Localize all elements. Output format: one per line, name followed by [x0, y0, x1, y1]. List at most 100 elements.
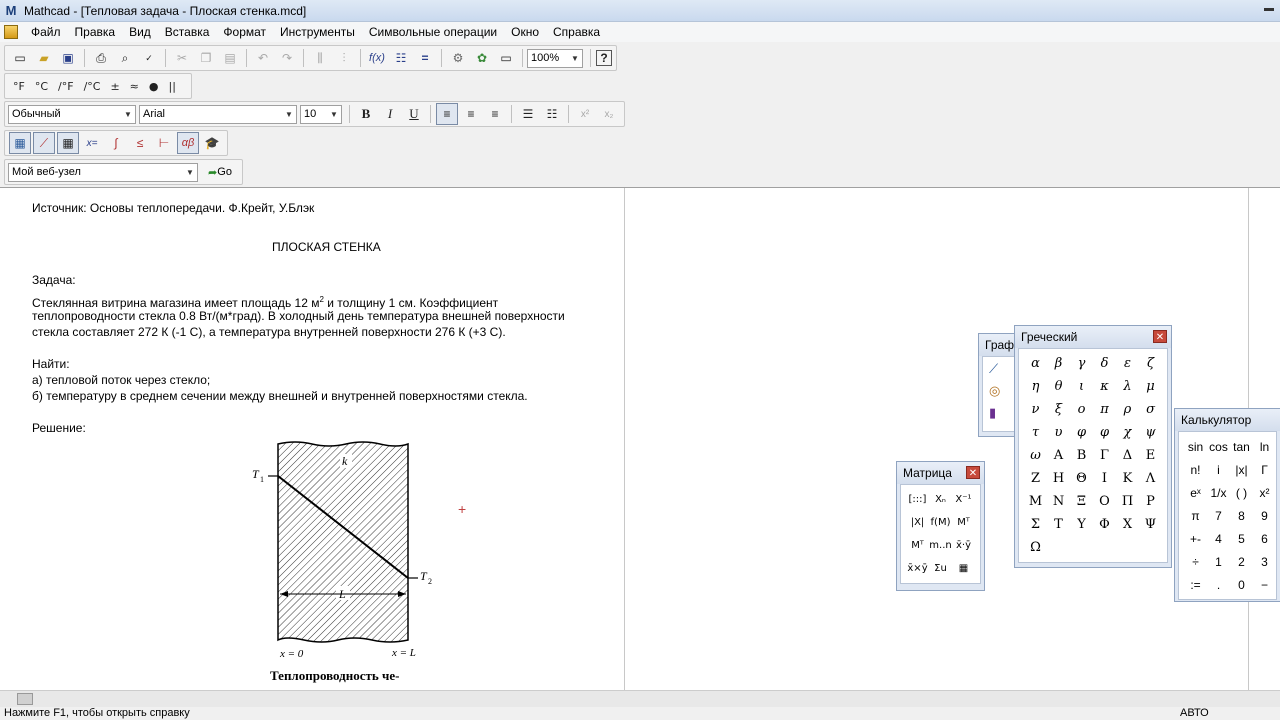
insert-function-icon[interactable]: f(x) [366, 47, 388, 69]
style-select[interactable]: Обычный ▼ [8, 104, 136, 124]
paste-icon[interactable]: ▤ [219, 47, 241, 69]
calculator-button-10[interactable]: ( ) [1230, 481, 1253, 504]
spell-check-icon[interactable]: ✓ [138, 47, 160, 69]
calculator-button-16[interactable]: +- [1184, 527, 1207, 550]
calculator-button-3[interactable]: ln [1253, 435, 1276, 458]
redo-icon[interactable]: ↷ [276, 47, 298, 69]
calculator-button-12[interactable]: π [1184, 504, 1207, 527]
greek-symbol-button-25[interactable]: Α [1047, 444, 1070, 467]
greek-palette[interactable]: Греческий ✕ αβγδεζ ηθικλμ νξοπρσ τυφφχψ ωΑΒΓ… [1014, 325, 1172, 568]
italic-button[interactable]: I [379, 103, 401, 125]
matrix-palette[interactable]: Матрица ✕ [:::] Xₙ X⁻¹ |X| f(M) Mᵀ Mᵀ m..n x̄·ȳ x… [896, 461, 985, 591]
calculator-button-5[interactable]: i [1207, 458, 1230, 481]
menu-view[interactable]: Вид [122, 25, 158, 39]
greek-symbol-button-21[interactable]: φ [1093, 421, 1116, 444]
scrollbar-thumb[interactable] [17, 693, 33, 705]
greek-symbol-button-24[interactable]: ω [1024, 444, 1047, 467]
calculator-palette-title[interactable]: Калькулятор [1175, 409, 1280, 431]
calculator-button-25[interactable]: . [1207, 573, 1230, 596]
save-icon[interactable]: ▣ [57, 47, 79, 69]
align-left-icon[interactable]: ≡ [436, 103, 458, 125]
calculator-button-15[interactable]: 9 [1253, 504, 1276, 527]
menu-format[interactable]: Формат [216, 25, 273, 39]
greek-symbol-button-0[interactable]: α [1024, 352, 1047, 375]
zoom-select[interactable]: 100% ▼ [527, 48, 583, 68]
greek-symbol-button-18[interactable]: τ [1024, 421, 1047, 444]
greek-symbol-button-42[interactable]: Σ [1024, 513, 1047, 536]
calculator-button-19[interactable]: 6 [1253, 527, 1276, 550]
calculator-button-22[interactable]: 2 [1230, 550, 1253, 573]
matrix-operator-button-11[interactable]: ▦ [952, 557, 975, 580]
greek-symbol-button-29[interactable]: Ε [1139, 444, 1162, 467]
calculator-button-26[interactable]: 0 [1230, 573, 1253, 596]
greek-symbol-button-47[interactable]: Ψ [1139, 513, 1162, 536]
greek-symbol-button-8[interactable]: ι [1070, 375, 1093, 398]
calculator-button-0[interactable]: sin [1184, 435, 1207, 458]
approx-button[interactable]: ≈ [125, 80, 144, 93]
greek-symbol-button-19[interactable]: υ [1047, 421, 1070, 444]
greek-symbol-button-28[interactable]: Δ [1116, 444, 1139, 467]
greek-symbol-button-10[interactable]: λ [1116, 375, 1139, 398]
calculator-button-23[interactable]: 3 [1253, 550, 1276, 573]
greek-symbol-button-26[interactable]: Β [1070, 444, 1093, 467]
greek-symbol-button-1[interactable]: β [1047, 352, 1070, 375]
document-icon[interactable] [4, 25, 18, 39]
align-right-icon[interactable]: ≡ [484, 103, 506, 125]
bullet-button[interactable]: ● [144, 80, 164, 93]
greek-symbol-button-22[interactable]: χ [1116, 421, 1139, 444]
calculator-button-6[interactable]: |x| [1230, 458, 1253, 481]
task-line-2[interactable]: теплопроводности стекла 0.8 Вт/(м*град).… [32, 308, 565, 324]
greek-symbol-button-16[interactable]: ρ [1116, 398, 1139, 421]
greek-symbol-button-6[interactable]: η [1024, 375, 1047, 398]
numbered-list-icon[interactable]: ☷ [541, 103, 563, 125]
greek-palette-title[interactable]: Греческий [1015, 326, 1171, 348]
greek-symbol-button-31[interactable]: Η [1047, 467, 1070, 490]
calculator-button-9[interactable]: 1/x [1207, 481, 1230, 504]
greek-symbol-button-2[interactable]: γ [1070, 352, 1093, 375]
greek-toolbar-icon[interactable]: αβ [177, 132, 199, 154]
font-select[interactable]: Arial ▼ [139, 104, 297, 124]
greek-symbol-button-20[interactable]: φ [1070, 421, 1093, 444]
align-center-icon[interactable]: ≡ [460, 103, 482, 125]
resource-center-icon[interactable]: ✿ [471, 47, 493, 69]
greek-symbol-button-17[interactable]: σ [1139, 398, 1162, 421]
programming-toolbar-icon[interactable]: ⊢ [153, 132, 175, 154]
greek-symbol-button-7[interactable]: θ [1047, 375, 1070, 398]
calculator-button-11[interactable]: x² [1253, 481, 1276, 504]
greek-symbol-button-40[interactable]: Π [1116, 490, 1139, 513]
calculator-button-20[interactable]: ÷ [1184, 550, 1207, 573]
matrix-operator-button-0[interactable]: [:::] [906, 488, 929, 511]
matrix-operator-button-3[interactable]: |X| [906, 511, 929, 534]
greek-symbol-button-36[interactable]: Μ [1024, 490, 1047, 513]
greek-symbol-button-44[interactable]: Υ [1070, 513, 1093, 536]
greek-symbol-button-11[interactable]: μ [1139, 375, 1162, 398]
celsius-button[interactable]: °C [30, 80, 53, 93]
matrix-operator-button-9[interactable]: x̄×ȳ [906, 557, 929, 580]
document-heading[interactable]: ПЛОСКАЯ СТЕНКА [272, 240, 381, 254]
calculus-toolbar-icon[interactable]: ∫ [105, 132, 127, 154]
plane-wall-figure[interactable]: k T 1 T 2 L x = 0 x = L [250, 436, 440, 690]
matrix-operator-button-2[interactable]: X⁻¹ [952, 488, 975, 511]
matrix-operator-button-8[interactable]: x̄·ȳ [952, 534, 975, 557]
menu-tools[interactable]: Инструменты [273, 25, 362, 39]
menu-help[interactable]: Справка [546, 25, 607, 39]
calculator-button-4[interactable]: n! [1184, 458, 1207, 481]
print-preview-icon[interactable]: ⌕ [114, 47, 136, 69]
undo-icon[interactable]: ↶ [252, 47, 274, 69]
greek-symbol-button-14[interactable]: ο [1070, 398, 1093, 421]
calculate-icon[interactable]: = [414, 47, 436, 69]
greek-symbol-button-3[interactable]: δ [1093, 352, 1116, 375]
greek-symbol-button-39[interactable]: Ο [1093, 490, 1116, 513]
close-icon[interactable]: ✕ [1153, 330, 1167, 343]
matrix-operator-button-10[interactable]: Σu [929, 557, 952, 580]
greek-symbol-button-41[interactable]: Ρ [1139, 490, 1162, 513]
copy-icon[interactable]: ❐ [195, 47, 217, 69]
evaluation-toolbar-icon[interactable]: x= [81, 132, 103, 154]
greek-symbol-button-38[interactable]: Ξ [1070, 490, 1093, 513]
print-icon[interactable]: ⎙ [90, 47, 112, 69]
menu-window[interactable]: Окно [504, 25, 546, 39]
calculator-button-17[interactable]: 4 [1207, 527, 1230, 550]
per-fahrenheit-button[interactable]: /°F [53, 80, 79, 93]
open-folder-icon[interactable]: ▰ [33, 47, 55, 69]
greek-symbol-button-46[interactable]: Χ [1116, 513, 1139, 536]
